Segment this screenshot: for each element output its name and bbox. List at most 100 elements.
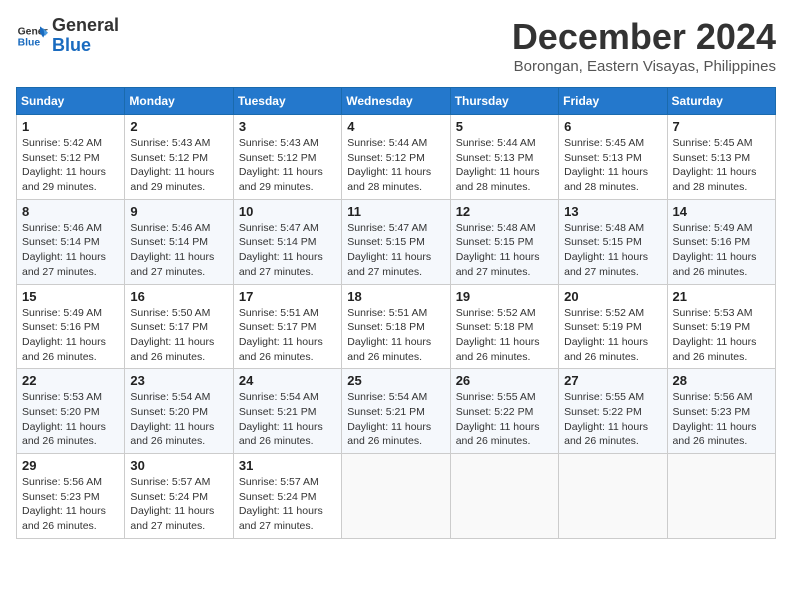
- week-row-1: 1 Sunrise: 5:42 AM Sunset: 5:12 PM Dayli…: [17, 115, 776, 200]
- day-number: 30: [130, 458, 227, 473]
- day-cell-14: 14 Sunrise: 5:49 AM Sunset: 5:16 PM Dayl…: [667, 199, 775, 284]
- week-row-4: 22 Sunrise: 5:53 AM Sunset: 5:20 PM Dayl…: [17, 369, 776, 454]
- calendar-body: 1 Sunrise: 5:42 AM Sunset: 5:12 PM Dayli…: [17, 115, 776, 539]
- day-cell-17: 17 Sunrise: 5:51 AM Sunset: 5:17 PM Dayl…: [233, 284, 341, 369]
- day-cell-24: 24 Sunrise: 5:54 AM Sunset: 5:21 PM Dayl…: [233, 369, 341, 454]
- empty-cell: [559, 454, 667, 539]
- day-number: 14: [673, 204, 770, 219]
- day-number: 24: [239, 373, 336, 388]
- empty-cell: [342, 454, 450, 539]
- day-number: 9: [130, 204, 227, 219]
- day-number: 22: [22, 373, 119, 388]
- day-info: Sunrise: 5:54 AM Sunset: 5:21 PM Dayligh…: [347, 390, 444, 449]
- day-number: 15: [22, 289, 119, 304]
- day-cell-19: 19 Sunrise: 5:52 AM Sunset: 5:18 PM Dayl…: [450, 284, 558, 369]
- header-row: SundayMondayTuesdayWednesdayThursdayFrid…: [17, 88, 776, 115]
- day-info: Sunrise: 5:48 AM Sunset: 5:15 PM Dayligh…: [564, 221, 661, 280]
- day-number: 28: [673, 373, 770, 388]
- day-number: 2: [130, 119, 227, 134]
- day-cell-21: 21 Sunrise: 5:53 AM Sunset: 5:19 PM Dayl…: [667, 284, 775, 369]
- day-cell-31: 31 Sunrise: 5:57 AM Sunset: 5:24 PM Dayl…: [233, 454, 341, 539]
- day-info: Sunrise: 5:53 AM Sunset: 5:20 PM Dayligh…: [22, 390, 119, 449]
- day-cell-27: 27 Sunrise: 5:55 AM Sunset: 5:22 PM Dayl…: [559, 369, 667, 454]
- day-info: Sunrise: 5:44 AM Sunset: 5:12 PM Dayligh…: [347, 136, 444, 195]
- week-row-3: 15 Sunrise: 5:49 AM Sunset: 5:16 PM Dayl…: [17, 284, 776, 369]
- day-info: Sunrise: 5:51 AM Sunset: 5:17 PM Dayligh…: [239, 306, 336, 365]
- day-cell-15: 15 Sunrise: 5:49 AM Sunset: 5:16 PM Dayl…: [17, 284, 125, 369]
- day-number: 17: [239, 289, 336, 304]
- title-block: December 2024 Borongan, Eastern Visayas,…: [512, 16, 776, 75]
- day-info: Sunrise: 5:44 AM Sunset: 5:13 PM Dayligh…: [456, 136, 553, 195]
- logo-icon: General Blue: [16, 20, 48, 52]
- day-info: Sunrise: 5:43 AM Sunset: 5:12 PM Dayligh…: [130, 136, 227, 195]
- day-number: 26: [456, 373, 553, 388]
- day-cell-4: 4 Sunrise: 5:44 AM Sunset: 5:12 PM Dayli…: [342, 115, 450, 200]
- day-cell-1: 1 Sunrise: 5:42 AM Sunset: 5:12 PM Dayli…: [17, 115, 125, 200]
- day-cell-12: 12 Sunrise: 5:48 AM Sunset: 5:15 PM Dayl…: [450, 199, 558, 284]
- day-number: 5: [456, 119, 553, 134]
- day-info: Sunrise: 5:47 AM Sunset: 5:15 PM Dayligh…: [347, 221, 444, 280]
- header-cell-friday: Friday: [559, 88, 667, 115]
- day-number: 8: [22, 204, 119, 219]
- day-cell-7: 7 Sunrise: 5:45 AM Sunset: 5:13 PM Dayli…: [667, 115, 775, 200]
- day-info: Sunrise: 5:56 AM Sunset: 5:23 PM Dayligh…: [673, 390, 770, 449]
- empty-cell: [450, 454, 558, 539]
- day-info: Sunrise: 5:54 AM Sunset: 5:21 PM Dayligh…: [239, 390, 336, 449]
- header-cell-saturday: Saturday: [667, 88, 775, 115]
- day-number: 19: [456, 289, 553, 304]
- day-info: Sunrise: 5:45 AM Sunset: 5:13 PM Dayligh…: [564, 136, 661, 195]
- day-cell-6: 6 Sunrise: 5:45 AM Sunset: 5:13 PM Dayli…: [559, 115, 667, 200]
- day-number: 1: [22, 119, 119, 134]
- day-number: 10: [239, 204, 336, 219]
- day-info: Sunrise: 5:51 AM Sunset: 5:18 PM Dayligh…: [347, 306, 444, 365]
- day-cell-23: 23 Sunrise: 5:54 AM Sunset: 5:20 PM Dayl…: [125, 369, 233, 454]
- day-cell-5: 5 Sunrise: 5:44 AM Sunset: 5:13 PM Dayli…: [450, 115, 558, 200]
- day-cell-9: 9 Sunrise: 5:46 AM Sunset: 5:14 PM Dayli…: [125, 199, 233, 284]
- day-cell-3: 3 Sunrise: 5:43 AM Sunset: 5:12 PM Dayli…: [233, 115, 341, 200]
- day-cell-8: 8 Sunrise: 5:46 AM Sunset: 5:14 PM Dayli…: [17, 199, 125, 284]
- day-number: 11: [347, 204, 444, 219]
- day-info: Sunrise: 5:45 AM Sunset: 5:13 PM Dayligh…: [673, 136, 770, 195]
- day-info: Sunrise: 5:52 AM Sunset: 5:19 PM Dayligh…: [564, 306, 661, 365]
- day-info: Sunrise: 5:47 AM Sunset: 5:14 PM Dayligh…: [239, 221, 336, 280]
- logo-text: General Blue: [52, 16, 119, 56]
- logo: General Blue General Blue: [16, 16, 119, 56]
- day-cell-2: 2 Sunrise: 5:43 AM Sunset: 5:12 PM Dayli…: [125, 115, 233, 200]
- svg-text:Blue: Blue: [18, 37, 41, 48]
- day-cell-11: 11 Sunrise: 5:47 AM Sunset: 5:15 PM Dayl…: [342, 199, 450, 284]
- header-cell-monday: Monday: [125, 88, 233, 115]
- day-info: Sunrise: 5:46 AM Sunset: 5:14 PM Dayligh…: [22, 221, 119, 280]
- location-title: Borongan, Eastern Visayas, Philippines: [512, 58, 776, 75]
- day-info: Sunrise: 5:43 AM Sunset: 5:12 PM Dayligh…: [239, 136, 336, 195]
- empty-cell: [667, 454, 775, 539]
- day-info: Sunrise: 5:50 AM Sunset: 5:17 PM Dayligh…: [130, 306, 227, 365]
- day-info: Sunrise: 5:56 AM Sunset: 5:23 PM Dayligh…: [22, 475, 119, 534]
- day-cell-30: 30 Sunrise: 5:57 AM Sunset: 5:24 PM Dayl…: [125, 454, 233, 539]
- day-number: 25: [347, 373, 444, 388]
- day-number: 12: [456, 204, 553, 219]
- day-cell-13: 13 Sunrise: 5:48 AM Sunset: 5:15 PM Dayl…: [559, 199, 667, 284]
- day-info: Sunrise: 5:42 AM Sunset: 5:12 PM Dayligh…: [22, 136, 119, 195]
- day-number: 20: [564, 289, 661, 304]
- day-cell-10: 10 Sunrise: 5:47 AM Sunset: 5:14 PM Dayl…: [233, 199, 341, 284]
- day-number: 3: [239, 119, 336, 134]
- day-number: 13: [564, 204, 661, 219]
- calendar-header: SundayMondayTuesdayWednesdayThursdayFrid…: [17, 88, 776, 115]
- day-number: 7: [673, 119, 770, 134]
- header-cell-sunday: Sunday: [17, 88, 125, 115]
- day-info: Sunrise: 5:54 AM Sunset: 5:20 PM Dayligh…: [130, 390, 227, 449]
- header-cell-tuesday: Tuesday: [233, 88, 341, 115]
- day-info: Sunrise: 5:49 AM Sunset: 5:16 PM Dayligh…: [22, 306, 119, 365]
- month-title: December 2024: [512, 16, 776, 58]
- day-cell-18: 18 Sunrise: 5:51 AM Sunset: 5:18 PM Dayl…: [342, 284, 450, 369]
- day-cell-28: 28 Sunrise: 5:56 AM Sunset: 5:23 PM Dayl…: [667, 369, 775, 454]
- calendar-table: SundayMondayTuesdayWednesdayThursdayFrid…: [16, 87, 776, 539]
- day-number: 4: [347, 119, 444, 134]
- day-cell-29: 29 Sunrise: 5:56 AM Sunset: 5:23 PM Dayl…: [17, 454, 125, 539]
- week-row-5: 29 Sunrise: 5:56 AM Sunset: 5:23 PM Dayl…: [17, 454, 776, 539]
- day-cell-20: 20 Sunrise: 5:52 AM Sunset: 5:19 PM Dayl…: [559, 284, 667, 369]
- day-info: Sunrise: 5:48 AM Sunset: 5:15 PM Dayligh…: [456, 221, 553, 280]
- day-info: Sunrise: 5:55 AM Sunset: 5:22 PM Dayligh…: [564, 390, 661, 449]
- day-info: Sunrise: 5:49 AM Sunset: 5:16 PM Dayligh…: [673, 221, 770, 280]
- day-info: Sunrise: 5:57 AM Sunset: 5:24 PM Dayligh…: [239, 475, 336, 534]
